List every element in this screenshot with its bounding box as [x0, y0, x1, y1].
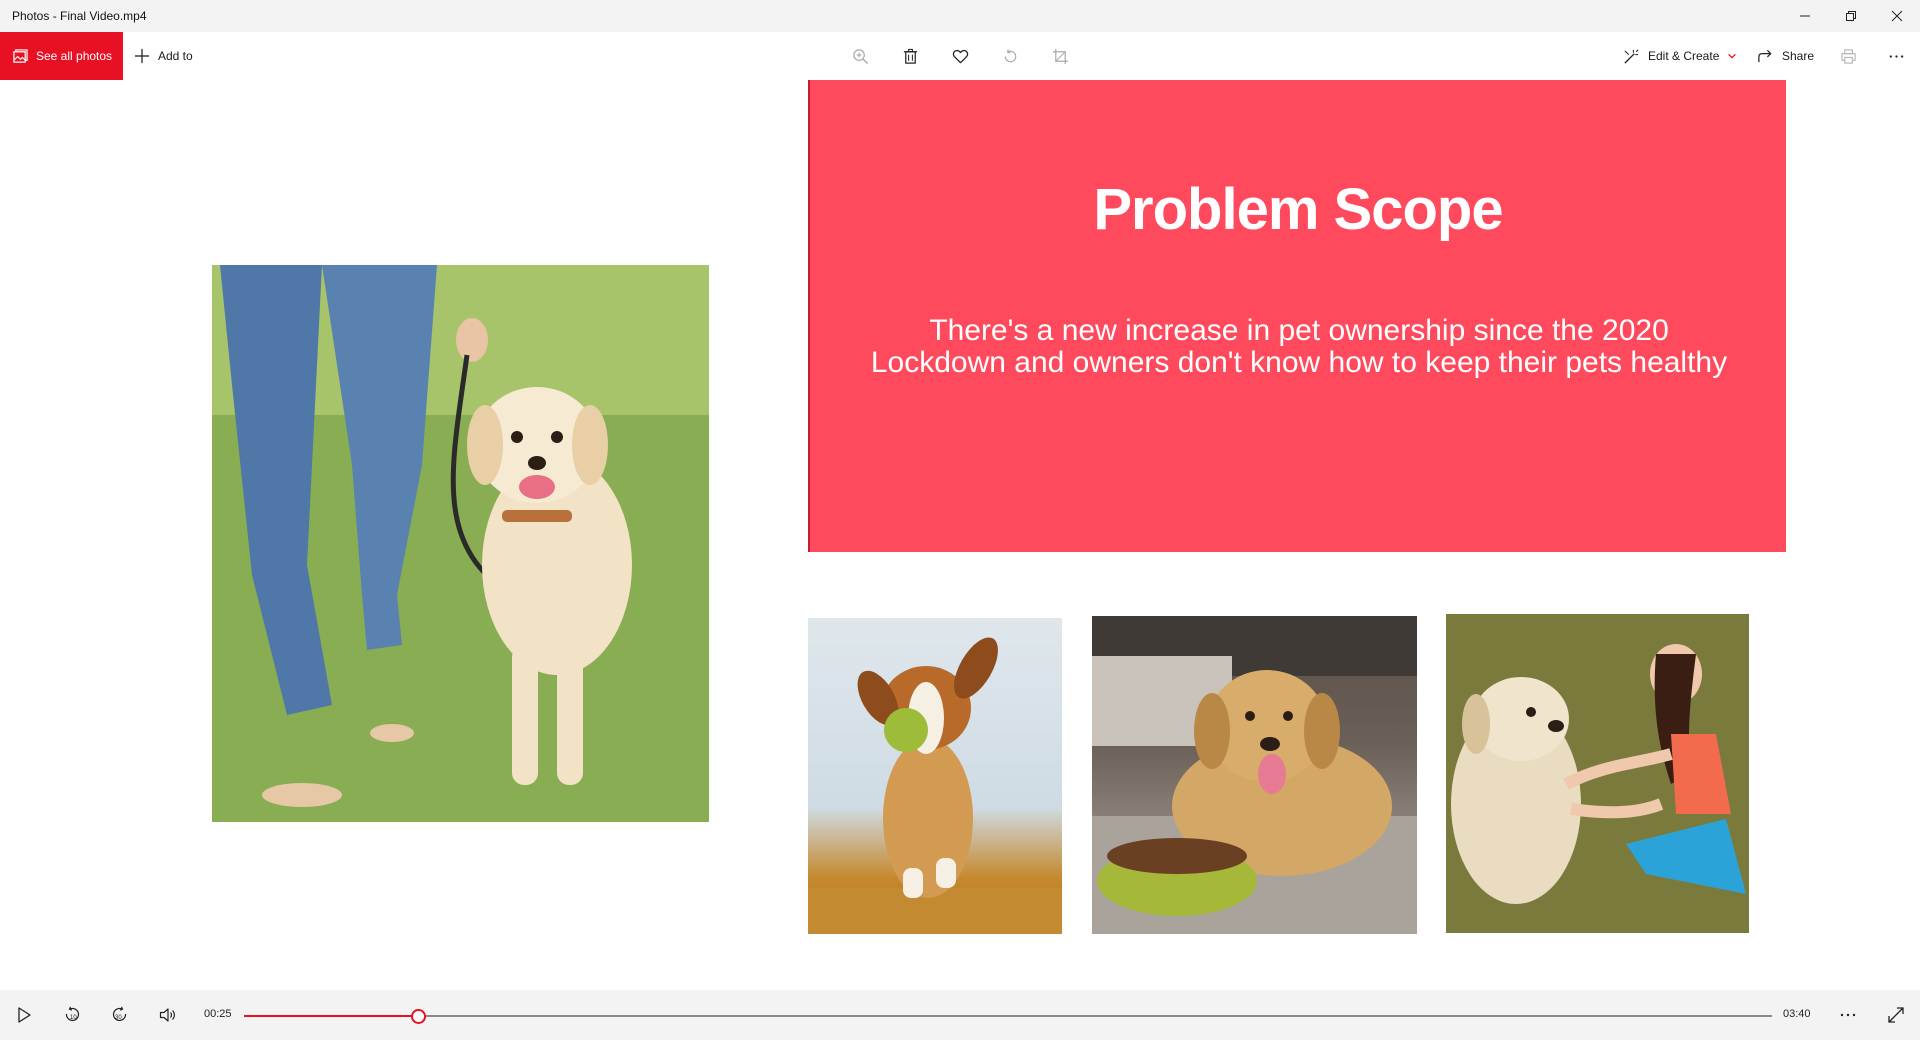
close-icon: [1891, 10, 1903, 22]
play-icon: [18, 1007, 31, 1023]
more-options-button[interactable]: [1884, 44, 1908, 68]
fullscreen-icon: [1888, 1007, 1904, 1023]
rotate-button[interactable]: [998, 44, 1022, 68]
window-title: Photos - Final Video.mp4: [12, 9, 147, 23]
svg-text:10: 10: [70, 1015, 77, 1021]
add-to-label: Add to: [158, 49, 193, 63]
dog-walk-image: [212, 265, 709, 822]
woman-dog-image: [1446, 614, 1749, 933]
slide-banner: Problem Scope There's a new increase in …: [808, 80, 1786, 552]
zoom-button[interactable]: [848, 44, 872, 68]
restore-button[interactable]: [1828, 0, 1874, 32]
woman-dog-photo: [1446, 614, 1749, 933]
seek-bar-thumb[interactable]: [410, 1009, 426, 1024]
zoom-in-icon: [852, 48, 868, 64]
delete-button[interactable]: [898, 44, 922, 68]
dog-food-bowl-photo: [1092, 616, 1417, 934]
see-all-photos-button[interactable]: See all photos: [0, 32, 123, 80]
fullscreen-button[interactable]: [1884, 1003, 1908, 1027]
favorite-button[interactable]: [948, 44, 972, 68]
minimize-icon: [1800, 15, 1810, 17]
minimize-button[interactable]: [1782, 0, 1828, 32]
skip-back-10-icon: 10: [65, 1006, 80, 1022]
crop-button[interactable]: [1048, 44, 1072, 68]
video-frame[interactable]: Problem Scope There's a new increase in …: [0, 80, 1920, 990]
play-button[interactable]: [12, 1003, 36, 1027]
share-button[interactable]: Share: [1757, 32, 1814, 80]
title-bar: Photos - Final Video.mp4: [0, 0, 1920, 32]
edit-wand-icon: [1624, 49, 1639, 64]
skip-forward-button[interactable]: 30: [108, 1003, 132, 1027]
seek-bar[interactable]: [244, 1009, 1772, 1024]
player-more-button[interactable]: [1836, 1003, 1860, 1027]
print-icon: [1840, 48, 1856, 64]
print-button[interactable]: [1836, 44, 1860, 68]
dog-ball-photo: [808, 618, 1062, 934]
add-to-button[interactable]: Add to: [134, 32, 193, 80]
player-controls: 10 30 00:25 03:40: [0, 990, 1920, 1040]
toolbar: See all photos Add to Edit & Create Shar…: [0, 32, 1920, 80]
dog-walk-photo: [212, 265, 709, 822]
share-icon: [1758, 49, 1772, 62]
restore-icon: [1846, 11, 1856, 21]
heart-icon: [952, 49, 968, 63]
skip-forward-30-icon: 30: [112, 1006, 127, 1022]
seek-bar-progress: [244, 1015, 418, 1017]
current-time: 00:25: [204, 1008, 232, 1020]
rotate-icon: [1004, 48, 1016, 62]
more-icon: [1840, 1013, 1856, 1017]
skip-back-button[interactable]: 10: [60, 1003, 84, 1027]
trash-icon: [903, 48, 917, 64]
chevron-down-icon: [1728, 53, 1737, 59]
total-time: 03:40: [1783, 1008, 1811, 1020]
see-all-photos-label: See all photos: [36, 49, 113, 63]
edit-create-label: Edit & Create: [1648, 49, 1720, 63]
svg-text:30: 30: [115, 1015, 122, 1021]
share-label: Share: [1782, 49, 1815, 63]
dog-ball-image: [808, 637, 1062, 934]
volume-icon: [159, 1008, 175, 1022]
plus-icon: [135, 49, 149, 63]
crop-icon: [1052, 48, 1068, 64]
more-icon: [1889, 54, 1903, 58]
close-button[interactable]: [1874, 0, 1920, 32]
slide-title: Problem Scope: [1093, 177, 1503, 242]
volume-button[interactable]: [156, 1003, 180, 1027]
photos-icon: [13, 48, 28, 63]
edit-create-button[interactable]: Edit & Create: [1623, 32, 1737, 80]
dog-food-bowl-image: [1092, 616, 1417, 934]
slide-body-text: There's a new increase in pet ownership …: [870, 314, 1728, 379]
